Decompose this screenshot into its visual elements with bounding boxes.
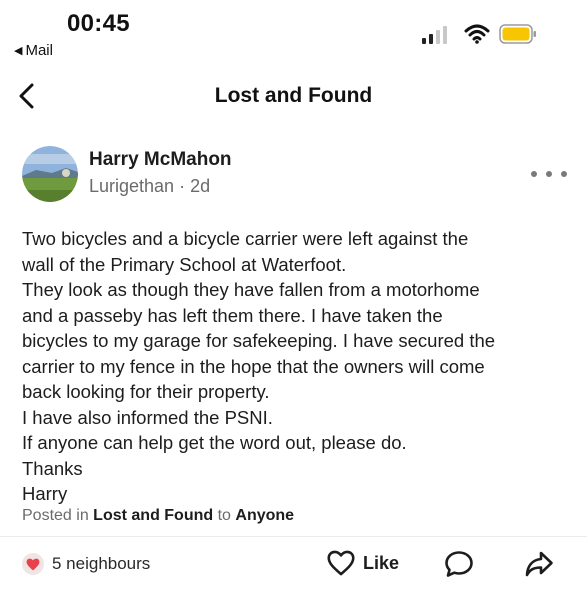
post-body-line: back looking for their property. — [22, 381, 270, 402]
post-age: 2d — [190, 176, 211, 196]
more-horizontal-icon[interactable] — [531, 166, 567, 182]
posted-in-prefix: Posted in — [22, 507, 89, 524]
posted-to-word: to — [217, 507, 231, 524]
post-body-line: Thanks — [22, 457, 83, 479]
post-meta: Lurigethan · 2d — [89, 176, 210, 197]
post-author[interactable]: Harry McMahon — [89, 149, 232, 171]
battery-icon — [499, 24, 536, 44]
post-body: Two bicycles and a bicycle carrier were … — [22, 226, 567, 507]
reactions-count: 5 neighbours — [52, 554, 151, 573]
post-location[interactable]: Lurigethan — [89, 176, 174, 196]
post-body-line: and a passeby has left them there. I hav… — [22, 304, 443, 326]
post-body-line: Harry — [22, 483, 68, 504]
post-actions: 5 neighbours Like — [0, 540, 587, 590]
post-body-line: carrier to my fence in the hope that the… — [22, 355, 485, 377]
posted-in-line: Posted in Lost and Found to Anyone — [22, 507, 294, 525]
group-link[interactable]: Lost and Found — [93, 507, 213, 524]
back-triangle-icon: ◀ — [14, 45, 23, 57]
comment-bubble-icon[interactable] — [444, 550, 474, 578]
page-title: Lost and Found — [214, 84, 373, 107]
wifi-icon — [464, 24, 490, 44]
reactions-summary[interactable]: 5 neighbours — [22, 553, 150, 575]
status-bar: 00:45 ◀ Mail — [0, 0, 587, 64]
navigation-bar: Lost and Found — [0, 70, 587, 120]
heart-icon — [22, 553, 44, 575]
post-body-line: Two bicycles and a bicycle carrier were … — [22, 228, 469, 249]
post-header: Harry McMahon Lurigethan · 2d — [22, 146, 567, 206]
back-to-app-link[interactable]: ◀ Mail — [14, 42, 53, 59]
share-arrow-icon[interactable] — [524, 550, 554, 578]
like-label: Like — [363, 552, 400, 573]
clock: 00:45 — [67, 10, 130, 37]
back-app-label: Mail — [25, 42, 53, 59]
divider — [0, 536, 587, 537]
meta-separator: · — [179, 176, 191, 196]
audience-label[interactable]: Anyone — [235, 507, 294, 524]
post-body-line: I have also informed the PSNI. — [22, 406, 273, 428]
avatar[interactable] — [22, 146, 78, 202]
heart-outline-icon — [327, 550, 355, 576]
post-body-line: wall of the Primary School at Waterfoot. — [22, 253, 347, 275]
like-button[interactable]: Like — [327, 550, 399, 576]
cellular-signal-icon — [422, 26, 447, 44]
post-body-line: They look as though they have fallen fro… — [22, 279, 480, 300]
post-body-line: If anyone can help get the word out, ple… — [22, 432, 407, 453]
post-body-line: bicycles to my garage for safekeeping. I… — [22, 330, 496, 351]
